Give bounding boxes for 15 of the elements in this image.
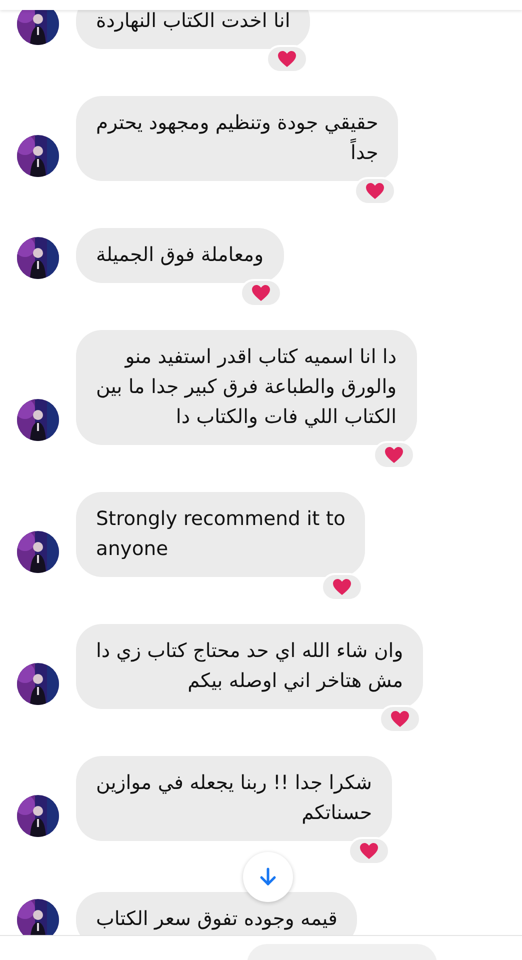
heart-icon: [250, 284, 271, 302]
heart-icon: [277, 50, 298, 68]
heart-icon: [384, 446, 404, 464]
scroll-down-button[interactable]: [243, 852, 293, 902]
message-bubble: شكرا جدا !! ربنا يجعله في موازين حسناتكم: [76, 756, 392, 841]
message-bubble: حقيقي جودة وتنظيم ومجهود يحترم جداً: [76, 96, 398, 181]
message-bubble: وان شاء الله اي حد محتاج كتاب زي دا مش هتاخر اني اوصله بيكم: [76, 624, 424, 709]
heart-icon: [365, 182, 386, 200]
heart-icon: [390, 710, 410, 728]
message-bubble: قيمه وجوده تفوق سعر الكتاب: [76, 892, 358, 935]
message-bubble: دا انا اسميه كتاب اقدر استفيد منو والورق والطباعة فرق كبير جدا ما بين الكتاب اللي فات والكتاب دا: [76, 330, 417, 445]
heart-icon: [332, 578, 352, 596]
message-bubble: ومعاملة فوق الجميلة: [76, 228, 284, 283]
heart-icon: [359, 842, 380, 860]
message-bubble: Strongly recommend it to anyone: [76, 492, 366, 577]
